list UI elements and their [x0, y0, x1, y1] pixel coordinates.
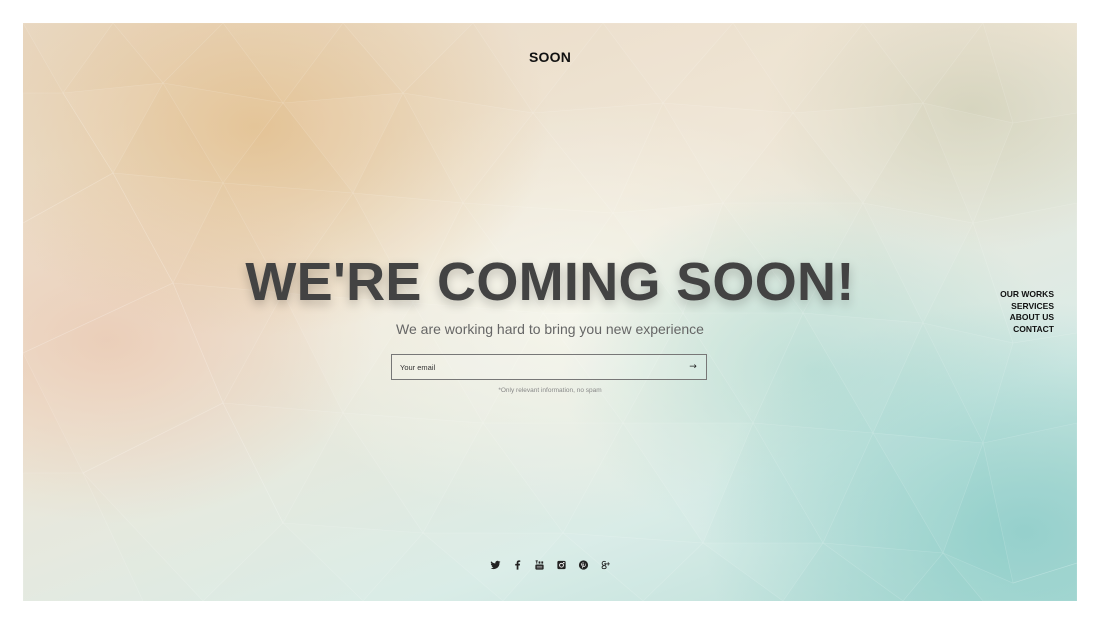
email-field[interactable] — [392, 355, 672, 379]
coming-soon-page: SOON OUR WORKS SERVICES ABOUT US CONTACT… — [23, 23, 1077, 601]
pinterest-icon[interactable] — [578, 559, 589, 571]
google-plus-icon[interactable] — [600, 559, 611, 571]
site-logo[interactable]: SOON — [23, 49, 1077, 65]
social-links — [23, 559, 1077, 571]
hero-title: WE'RE COMING SOON! — [245, 252, 855, 312]
twitter-icon[interactable] — [489, 559, 501, 571]
hero-subtitle: We are working hard to bring you new exp… — [396, 321, 704, 337]
subscribe-submit-button[interactable]: → — [680, 355, 706, 379]
facebook-icon[interactable] — [512, 559, 523, 571]
subscribe-form: → — [391, 354, 707, 380]
instagram-icon[interactable] — [556, 559, 567, 571]
youtube-icon[interactable] — [534, 559, 545, 571]
form-note: *Only relevant information, no spam — [498, 387, 602, 394]
